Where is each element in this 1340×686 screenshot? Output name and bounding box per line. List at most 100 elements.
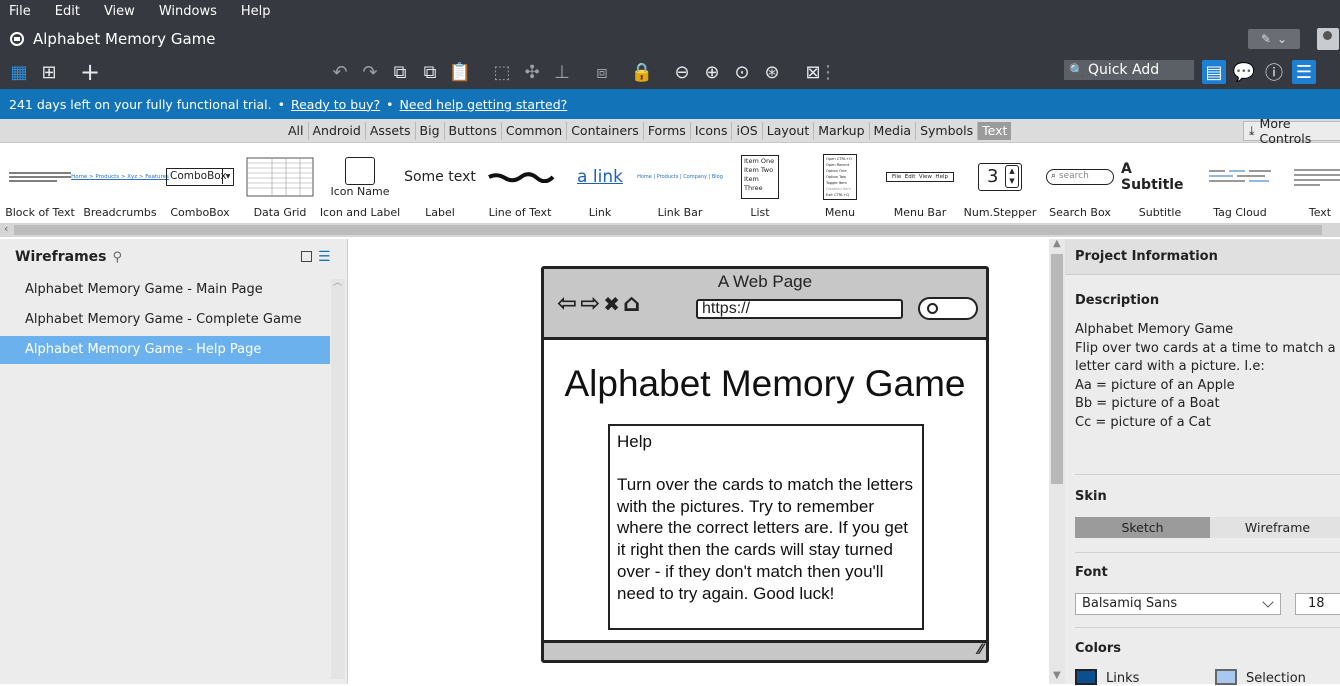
menu-file[interactable]: File <box>9 4 31 19</box>
links-color-swatch[interactable] <box>1075 669 1097 685</box>
more-controls-button[interactable]: ⤓ More Controls <box>1243 116 1340 146</box>
tab-android[interactable]: Android <box>307 122 365 140</box>
tab-forms[interactable]: Forms <box>642 122 690 140</box>
tab-text[interactable]: Text <box>977 122 1012 140</box>
search-icon: ⌕ <box>1051 171 1057 181</box>
list-view-icon[interactable]: ☰ <box>318 249 331 265</box>
library-scroll-thumb[interactable] <box>14 225 1322 235</box>
lib-data-grid[interactable]: Data Grid <box>241 143 319 223</box>
page-item-main[interactable]: Alphabet Memory Game - Main Page <box>0 276 330 304</box>
zoom-actual-icon[interactable]: ⊙ <box>730 60 754 84</box>
sitemap-icon[interactable]: ⚲ <box>113 250 123 265</box>
tab-common[interactable]: Common <box>500 122 566 140</box>
edit-mode-button[interactable]: ✎ ⌄ <box>1248 29 1300 49</box>
tab-layout[interactable]: Layout <box>761 122 814 140</box>
quick-add-input[interactable]: 🔍 Quick Add <box>1064 60 1194 80</box>
menu-bar: File Edit View Windows Help <box>0 0 1340 22</box>
lib-menu[interactable]: Open CTRL+O Open Recent Option One Option T… <box>801 143 879 223</box>
info-icon[interactable]: ⓘ <box>1262 60 1286 84</box>
lib-combobox[interactable]: ComboBox ▼ ComboBox <box>161 143 239 223</box>
copy-icon[interactable]: ⧉ <box>388 60 412 84</box>
canvas[interactable]: A Web Page ⇦⇨✖⌂ https:// Alphabet Memory… <box>349 239 1049 684</box>
lib-tag-cloud[interactable]: Tag Cloud <box>1201 143 1279 223</box>
browser-mockup[interactable]: A Web Page ⇦⇨✖⌂ https:// Alphabet Memory… <box>541 266 989 663</box>
skin-sketch-option[interactable]: Sketch <box>1075 517 1210 538</box>
lib-line-of-text[interactable]: Line of Text <box>481 143 559 223</box>
lib-menu-bar[interactable]: File Edit View Help Menu Bar <box>881 143 959 223</box>
category-tabs: All Android Assets Big Buttons Common Co… <box>0 116 1340 146</box>
duplicate-icon[interactable]: ⧉ <box>418 60 442 84</box>
lib-breadcrumbs[interactable]: Home > Products > Xyz > Features Breadcr… <box>71 143 169 223</box>
tab-markup[interactable]: Markup <box>813 122 868 140</box>
colors-label: Colors <box>1075 641 1122 656</box>
lib-link[interactable]: a link Link <box>561 143 639 223</box>
lib-search-box[interactable]: ⌕ search Search Box <box>1041 143 1119 223</box>
library-scrollbar[interactable]: ‹ <box>0 222 1340 237</box>
page-heading: Alphabet Memory Game <box>564 363 966 404</box>
zoom-in-icon[interactable]: ⊕ <box>700 60 724 84</box>
description-field[interactable]: Alphabet Memory Game Flip over two cards… <box>1075 321 1336 433</box>
browser-url-field: https:// <box>696 299 903 319</box>
skin-wireframe-option[interactable]: Wireframe <box>1210 517 1340 538</box>
menu-edit[interactable]: Edit <box>55 4 80 19</box>
lib-icon-and-label[interactable]: Icon Name Icon and Label <box>320 143 400 223</box>
menu-help[interactable]: Help <box>241 4 271 19</box>
browser-footer: ⁄⁄ <box>544 640 986 660</box>
tab-symbols[interactable]: Symbols <box>915 122 977 140</box>
ungroup-icon[interactable]: ✣ <box>520 60 544 84</box>
zoom-fit-icon[interactable]: ⊛ <box>760 60 784 84</box>
more-icon[interactable]: ⋮ <box>819 60 837 84</box>
tab-media[interactable]: Media <box>868 122 916 140</box>
tab-big[interactable]: Big <box>414 122 444 140</box>
scroll-up-icon[interactable]: ▲ <box>1053 238 1061 249</box>
lib-label[interactable]: Some text Label <box>401 143 479 223</box>
selection-color-swatch[interactable] <box>1215 669 1237 685</box>
page-item-complete-alert[interactable]: Alphabet Memory Game - Complete Game Ale… <box>0 306 330 355</box>
pages-scrollbar[interactable] <box>331 275 345 679</box>
canvas-scroll-thumb[interactable] <box>1051 254 1063 484</box>
tab-containers[interactable]: Containers <box>566 122 643 140</box>
tab-all[interactable]: All <box>284 122 308 140</box>
tab-icons[interactable]: Icons <box>689 122 732 140</box>
buy-link[interactable]: Ready to buy? <box>291 97 380 112</box>
user-avatar-button[interactable] <box>1317 28 1339 50</box>
page-item-help[interactable]: Alphabet Memory Game - Help Page <box>0 336 330 364</box>
single-view-icon[interactable]: ▦ <box>7 60 31 84</box>
undo-icon[interactable]: ↶ <box>328 60 352 84</box>
arrange-icon[interactable]: ⧈ <box>590 60 614 84</box>
scroll-down-icon[interactable]: ▼ <box>1053 670 1061 681</box>
lock-icon[interactable]: 🔒 <box>630 60 654 84</box>
lib-text[interactable]: Text <box>1281 143 1340 223</box>
forward-arrow-icon: ⇨ <box>580 289 604 317</box>
zoom-out-icon[interactable]: ⊖ <box>670 60 694 84</box>
redo-icon[interactable]: ↷ <box>358 60 382 84</box>
project-info-panel: Project Information Description Alphabet… <box>1065 239 1340 686</box>
menu-windows[interactable]: Windows <box>159 4 217 19</box>
thumbnail-view-icon[interactable] <box>301 251 312 262</box>
canvas-scrollbar[interactable]: ▲ ▼ <box>1049 238 1065 684</box>
help-title: Help <box>617 432 652 451</box>
properties-icon[interactable]: ☰ <box>1292 60 1316 84</box>
tab-buttons[interactable]: Buttons <box>443 122 501 140</box>
group-icon[interactable]: ⬚ <box>490 60 514 84</box>
paste-icon[interactable]: 📋 <box>448 60 472 84</box>
menu-view[interactable]: View <box>104 4 135 19</box>
library-toggle-icon[interactable]: ▤ <box>1202 60 1226 84</box>
help-link[interactable]: Need help getting started? <box>400 97 568 112</box>
chevron-left-icon: ‹ <box>4 222 9 235</box>
font-size-select[interactable]: 18 <box>1295 593 1340 615</box>
close-icon: ✖ <box>603 292 623 316</box>
add-icon[interactable]: + <box>78 58 102 86</box>
lib-block-of-text[interactable]: Block of Text <box>1 143 79 223</box>
align-icon[interactable]: ⊥ <box>550 60 574 84</box>
comment-icon[interactable]: 💬 <box>1232 60 1256 84</box>
lib-num-stepper[interactable]: 3 ▲ ▼ Num.Stepper <box>961 143 1039 223</box>
lib-subtitle[interactable]: A Subtitle Subtitle <box>1121 143 1199 223</box>
lib-link-bar[interactable]: Home | Products | Company | Blog Link Ba… <box>637 143 723 223</box>
tab-assets[interactable]: Assets <box>364 122 415 140</box>
help-text-box: Help Turn over the cards to match the le… <box>608 424 924 630</box>
lib-list[interactable]: Item One Item Two Item Three List <box>721 143 799 223</box>
font-select[interactable]: Balsamiq Sans <box>1075 593 1281 615</box>
grid-view-icon[interactable]: ⊞ <box>37 60 61 84</box>
tab-ios[interactable]: iOS <box>731 122 761 140</box>
